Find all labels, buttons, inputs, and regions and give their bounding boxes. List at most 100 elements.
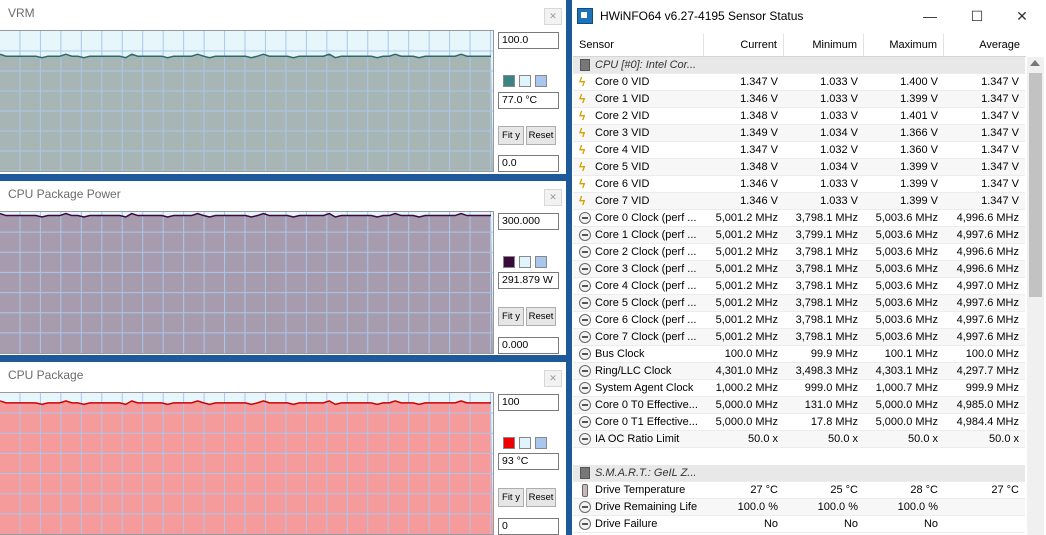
voltage-icon: ϟ <box>579 126 586 140</box>
sensor-name: Core 1 Clock (perf ... <box>595 229 697 241</box>
reset-button[interactable]: Reset <box>526 307 556 326</box>
sensor-current: 1.347 V <box>740 76 778 88</box>
clock-icon <box>579 212 591 224</box>
grid-color-swatch[interactable] <box>535 75 547 87</box>
sensor-row[interactable]: Drive Failure No No No <box>573 516 1025 533</box>
graph-canvas <box>0 393 493 534</box>
vertical-scrollbar[interactable] <box>1027 57 1044 535</box>
column-maximum[interactable]: Maximum <box>864 34 944 56</box>
line-color-swatch[interactable] <box>503 256 515 268</box>
scroll-thumb[interactable] <box>1029 73 1042 297</box>
column-sensor[interactable]: Sensor <box>573 34 704 56</box>
sensor-maximum: 1.399 V <box>900 161 938 173</box>
sensor-name: Core 1 VID <box>595 93 650 105</box>
column-minimum[interactable]: Minimum <box>784 34 864 56</box>
graph-close-button[interactable]: ✕ <box>544 189 562 206</box>
sensor-row[interactable]: Core 6 Clock (perf ... 5,001.2 MHz 3,798.1… <box>573 312 1025 329</box>
fit-y-button[interactable]: Fit y <box>498 307 524 326</box>
sensor-name: Core 6 Clock (perf ... <box>595 314 697 326</box>
sensor-row[interactable]: Core 1 Clock (perf ... 5,001.2 MHz 3,799.1… <box>573 227 1025 244</box>
sensor-maximum: 50.0 x <box>908 433 938 445</box>
sensor-maximum: 28 °C <box>910 484 938 496</box>
background-color-swatch[interactable] <box>519 75 531 87</box>
sensor-average: 1.347 V <box>981 195 1019 207</box>
voltage-icon: ϟ <box>579 177 586 191</box>
close-button[interactable]: ✕ <box>1002 4 1042 28</box>
thermometer-icon <box>582 484 588 497</box>
scroll-up-icon[interactable] <box>1030 60 1040 66</box>
voltage-icon: ϟ <box>579 92 586 106</box>
sensor-row[interactable]: Core 7 Clock (perf ... 5,001.2 MHz 3,798.1… <box>573 329 1025 346</box>
sensor-row[interactable]: ϟ Core 3 VID 1.349 V 1.034 V 1.366 V 1.347 V <box>573 125 1025 142</box>
sensor-name: Core 7 Clock (perf ... <box>595 331 697 343</box>
sensor-row[interactable]: Bus Clock 100.0 MHz 99.9 MHz 100.1 MHz 100.0… <box>573 346 1025 363</box>
sensor-current: 1.347 V <box>740 144 778 156</box>
sensor-maximum: 100.1 MHz <box>884 348 938 360</box>
sensor-average: 1.347 V <box>981 178 1019 190</box>
sensor-minimum: 131.0 MHz <box>804 399 858 411</box>
sensor-row[interactable]: ϟ Core 6 VID 1.346 V 1.033 V 1.399 V 1.347 V <box>573 176 1025 193</box>
sensor-row[interactable]: Ring/LLC Clock 4,301.0 MHz 3,498.3 MHz 4,30… <box>573 363 1025 380</box>
sensor-maximum: 1.360 V <box>900 144 938 156</box>
sensor-row[interactable]: ϟ Core 0 VID 1.347 V 1.033 V 1.400 V 1.347 V <box>573 74 1025 91</box>
clock-icon <box>579 501 591 513</box>
graph-color-swatches <box>503 437 551 449</box>
sensor-row[interactable]: ϟ Core 2 VID 1.348 V 1.033 V 1.401 V 1.347 V <box>573 108 1025 125</box>
sensor-row[interactable]: System Agent Clock 1,000.2 MHz 999.0 MHz 1,… <box>573 380 1025 397</box>
sensor-group-header[interactable]: CPU [#0]: Intel Cor... <box>573 57 1025 74</box>
sensor-row[interactable]: Drive Temperature 27 °C 25 °C 28 °C 27 °C <box>573 482 1025 499</box>
sensor-name: Core 6 VID <box>595 178 650 190</box>
graph-current-value: 93 °C <box>498 453 559 470</box>
fit-y-button[interactable]: Fit y <box>498 126 524 145</box>
reset-button[interactable]: Reset <box>526 488 556 507</box>
sensor-average: 4,996.6 MHz <box>956 263 1019 275</box>
sensor-row[interactable]: Core 3 Clock (perf ... 5,001.2 MHz 3,798.1… <box>573 261 1025 278</box>
sensor-row[interactable]: Core 0 Clock (perf ... 5,001.2 MHz 3,798.1… <box>573 210 1025 227</box>
background-color-swatch[interactable] <box>519 437 531 449</box>
sensor-group-header[interactable]: S.M.A.R.T.: GeIL Z... <box>573 465 1025 482</box>
sensor-row[interactable]: Core 5 Clock (perf ... 5,001.2 MHz 3,798.1… <box>573 295 1025 312</box>
line-color-swatch[interactable] <box>503 437 515 449</box>
sensor-maximum: 100.0 % <box>897 501 938 513</box>
sensor-current: 1,000.2 MHz <box>715 382 778 394</box>
sensor-row[interactable]: ϟ Core 4 VID 1.347 V 1.032 V 1.360 V 1.347 V <box>573 142 1025 159</box>
sensor-row[interactable]: IA OC Ratio Limit 50.0 x 50.0 x 50.0 x 50.0 … <box>573 431 1025 448</box>
sensor-minimum: 25 °C <box>830 484 858 496</box>
minimize-button[interactable]: — <box>910 4 950 28</box>
sensor-row[interactable]: ϟ Core 5 VID 1.348 V 1.034 V 1.399 V 1.347 V <box>573 159 1025 176</box>
sensor-row[interactable]: Core 4 Clock (perf ... 5,001.2 MHz 3,798.1… <box>573 278 1025 295</box>
sensor-row[interactable]: ϟ Core 7 VID 1.346 V 1.033 V 1.399 V 1.347 V <box>573 193 1025 210</box>
sensor-average: 4,984.4 MHz <box>956 416 1019 428</box>
sensor-maximum: 1.399 V <box>900 178 938 190</box>
sensor-row[interactable]: Core 2 Clock (perf ... 5,001.2 MHz 3,798.1… <box>573 244 1025 261</box>
maximize-button[interactable]: ☐ <box>957 4 997 28</box>
chip-icon <box>580 467 590 479</box>
sensor-average: 4,997.6 MHz <box>956 229 1019 241</box>
sensor-spacer <box>573 448 1025 465</box>
column-average[interactable]: Average <box>944 34 1026 56</box>
sensor-average: 4,996.6 MHz <box>956 212 1019 224</box>
sensor-maximum: 5,003.6 MHz <box>875 212 938 224</box>
sensor-minimum: 3,798.1 MHz <box>795 246 858 258</box>
reset-button[interactable]: Reset <box>526 126 556 145</box>
fit-y-button[interactable]: Fit y <box>498 488 524 507</box>
sensor-row[interactable]: ϟ Core 1 VID 1.346 V 1.033 V 1.399 V 1.347 V <box>573 91 1025 108</box>
grid-color-swatch[interactable] <box>535 437 547 449</box>
grid-color-swatch[interactable] <box>535 256 547 268</box>
sensor-minimum: 1.033 V <box>820 178 858 190</box>
sensor-name: Core 0 Clock (perf ... <box>595 212 697 224</box>
app-icon <box>577 8 593 24</box>
graph-close-button[interactable]: ✕ <box>544 370 562 387</box>
graph-fill-area <box>0 213 493 353</box>
background-color-swatch[interactable] <box>519 256 531 268</box>
graph-color-swatches <box>503 75 551 87</box>
graph-close-button[interactable]: ✕ <box>544 8 562 25</box>
sensor-row[interactable]: Drive Remaining Life 100.0 % 100.0 % 100.0 … <box>573 499 1025 516</box>
sensor-row[interactable]: Core 0 T1 Effective... 5,000.0 MHz 17.8 MH… <box>573 414 1025 431</box>
sensor-row[interactable]: Core 0 T0 Effective... 5,000.0 MHz 131.0 M… <box>573 397 1025 414</box>
line-color-swatch[interactable] <box>503 75 515 87</box>
sensor-maximum: 5,000.0 MHz <box>875 416 938 428</box>
column-current[interactable]: Current <box>704 34 784 56</box>
graph-title: CPU Package Power <box>8 187 121 201</box>
graph-window-3: CPU Package ✕ 100 93 °C Fit y Reset 0 <box>0 362 566 535</box>
